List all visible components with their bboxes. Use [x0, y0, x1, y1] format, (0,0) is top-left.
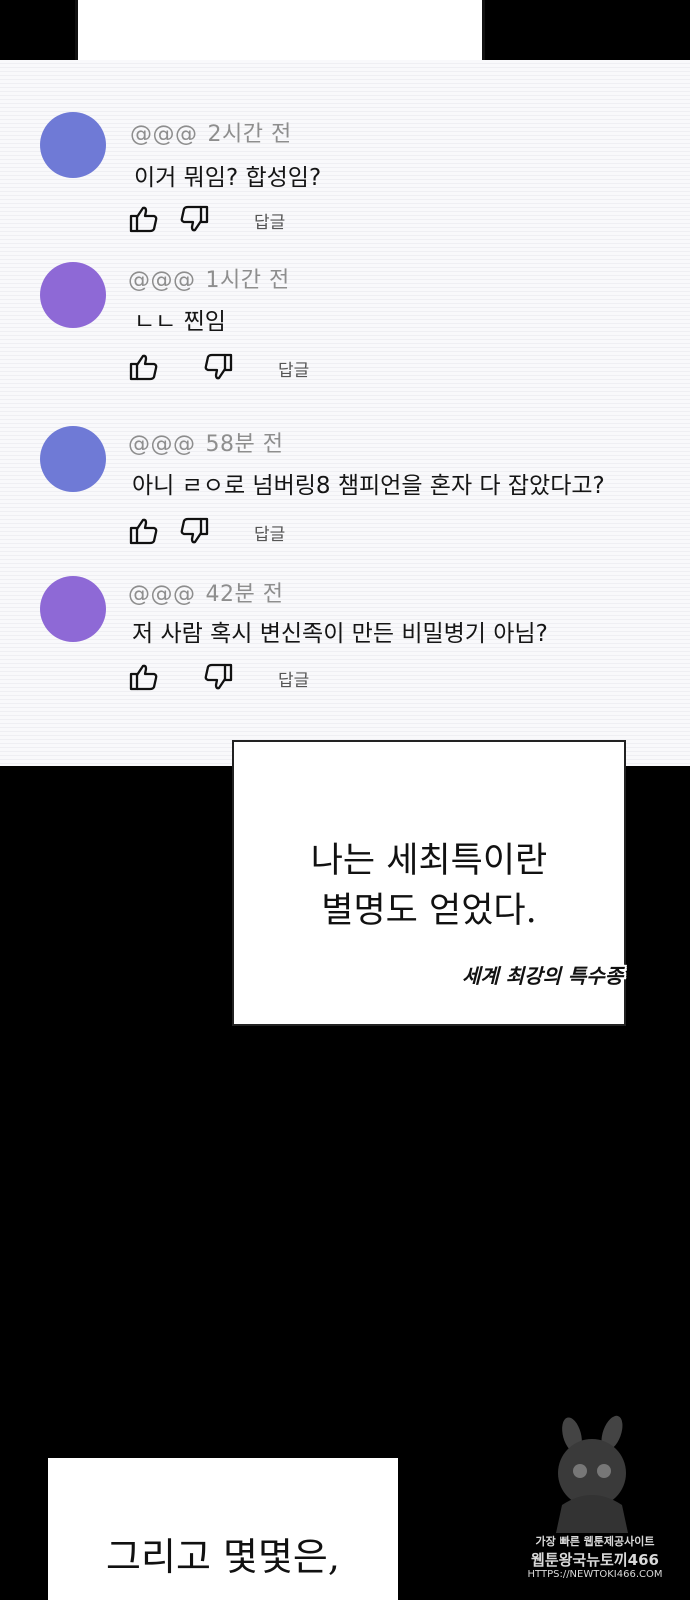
thumbs-up-icon[interactable] — [128, 515, 160, 547]
comment-time: 58분 전 — [205, 432, 284, 457]
title-stamp: 세계 최강의 특수종 — [462, 964, 624, 988]
thumbs-down-icon[interactable] — [178, 515, 210, 547]
comment-username: @@@ — [128, 582, 196, 607]
comment-list: @@@ 2시간 전 이거 뭐임? 합성임? 답글 @@@ 1시간 전 ㄴㄴ 찐임 답… — [0, 60, 690, 766]
comment-text: 이거 뭐임? 합성임? — [134, 165, 322, 191]
thumbs-down-icon[interactable] — [202, 351, 234, 383]
comment-username: @@@ — [128, 268, 196, 293]
comment-actions — [128, 514, 210, 548]
avatar — [40, 262, 106, 328]
site-watermark: 가장 빠른 웹툰제공사이트 웹툰왕국뉴토끼466 HTTPS://NEWTOKI… — [520, 1415, 670, 1600]
mascot-logo — [556, 1415, 628, 1533]
comment-time: 2시간 전 — [207, 122, 292, 147]
comment-meta: @@@ 1시간 전 — [128, 262, 290, 294]
comment-username: @@@ — [130, 122, 198, 147]
thumbs-down-icon[interactable] — [178, 203, 210, 235]
comment-text: ㄴㄴ 찐임 — [134, 309, 226, 335]
narration-line-2: 별명도 얻었다. — [321, 891, 537, 931]
comment-meta: @@@ 42분 전 — [128, 576, 283, 608]
comment-meta: @@@ 2시간 전 — [130, 116, 292, 148]
comment-time: 42분 전 — [205, 582, 284, 607]
reply-button[interactable]: 답글 — [278, 356, 309, 381]
comment-item: @@@ 2시간 전 이거 뭐임? 합성임? 답글 — [0, 112, 690, 242]
comment-actions — [128, 350, 234, 384]
watermark-line-1: 가장 빠른 웹툰제공사이트 — [535, 1535, 655, 1548]
avatar — [40, 576, 106, 642]
comment-item: @@@ 1시간 전 ㄴㄴ 찐임 답글 — [0, 262, 690, 392]
watermark-line-2: 웹툰왕국뉴토끼466 — [531, 1551, 659, 1569]
comment-meta: @@@ 58분 전 — [128, 426, 283, 458]
comment-actions — [128, 660, 234, 694]
comment-username: @@@ — [128, 432, 196, 457]
reply-button[interactable]: 답글 — [254, 520, 285, 545]
comment-actions — [128, 202, 210, 236]
avatar — [40, 112, 106, 178]
bottom-narration-box: 그리고 몇몇은, — [48, 1458, 398, 1600]
comment-text: 저 사람 혹시 변신족이 만든 비밀병기 아님? — [132, 621, 548, 647]
thumbs-up-icon[interactable] — [128, 351, 160, 383]
bottom-caption: 그리고 몇몇은, — [106, 1535, 340, 1579]
comment-text: 아니 ㄹㅇ로 넘버링8 챔피언을 혼자 다 잡았다고? — [132, 473, 605, 499]
reply-button[interactable]: 답글 — [254, 208, 285, 233]
comment-time: 1시간 전 — [205, 268, 290, 293]
reply-button[interactable]: 답글 — [278, 666, 309, 691]
watermark-line-3: HTTPS://NEWTOKI466.COM — [527, 1569, 663, 1580]
avatar — [40, 426, 106, 492]
thumbs-up-icon[interactable] — [128, 661, 160, 693]
narration-line-1: 나는 세최특이란 — [310, 841, 548, 881]
comment-item: @@@ 58분 전 아니 ㄹㅇ로 넘버링8 챔피언을 혼자 다 잡았다고? 답글 — [0, 426, 690, 556]
thumbs-up-icon[interactable] — [128, 203, 160, 235]
comment-item: @@@ 42분 전 저 사람 혹시 변신족이 만든 비밀병기 아님? 답글 — [0, 576, 690, 706]
thumbs-down-icon[interactable] — [202, 661, 234, 693]
